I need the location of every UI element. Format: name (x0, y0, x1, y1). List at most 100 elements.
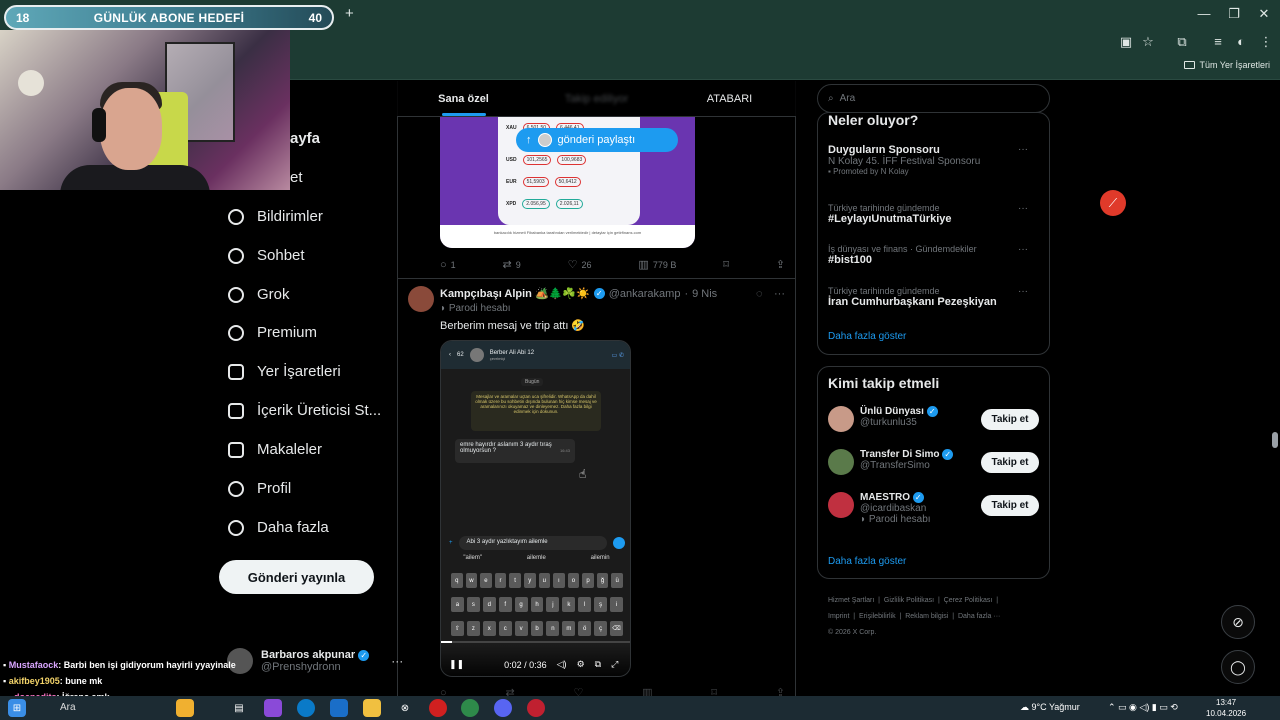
minimize-button[interactable]: — (1194, 6, 1214, 21)
edge-icon[interactable] (297, 699, 315, 717)
author-handle[interactable]: @ankarakamp (609, 288, 681, 300)
follow-button[interactable]: Takip et (981, 409, 1039, 430)
follow-button[interactable]: Takip et (981, 495, 1039, 516)
views-button[interactable]: ▥ 779 B (638, 258, 676, 271)
follow-suggestion[interactable]: MAESTRO ✓ @icardibaskan ◗ Parodi hesabı (828, 492, 931, 525)
nav-home[interactable]: ayfa (290, 130, 320, 147)
bookmark-star-icon[interactable]: ☆ (1140, 34, 1156, 50)
all-bookmarks[interactable]: Tüm Yer İşaretleri (1184, 60, 1270, 70)
tweet-time[interactable]: 9 Nis (692, 288, 717, 300)
footer-link[interactable]: Gizlilik Politikası (884, 597, 934, 604)
footer-link[interactable]: Imprint (828, 613, 849, 620)
new-tab-button[interactable]: + (345, 5, 354, 22)
keyboard-key: ö (578, 621, 592, 636)
mail-icon[interactable] (330, 699, 348, 717)
nav-profile[interactable]: Profil (228, 480, 291, 497)
account-switcher[interactable]: Barbaros akpunar ✓ @Prenshydronn ··· (227, 648, 403, 674)
close-window-button[interactable]: ✕ (1254, 6, 1274, 22)
new-posts-pill[interactable]: ↑ gönderi paylaştı (516, 128, 678, 152)
messages-fab[interactable]: ◯ (1221, 650, 1255, 684)
nav-more[interactable]: Daha fazla (228, 519, 329, 536)
tab-for-you[interactable]: Sana özel (397, 81, 530, 116)
pause-icon[interactable]: ❚❚ (449, 659, 464, 670)
scrollbar-thumb[interactable] (1272, 432, 1278, 448)
keyboard-key: ş (594, 597, 608, 612)
tab-following-label: Takip ediliyor (564, 92, 629, 105)
grok-fab[interactable]: ⊘ (1221, 605, 1255, 639)
nav-bookmarks[interactable]: Yer İşaretleri (228, 363, 341, 380)
footer-links: Hizmet Şartları | Gizlilik Politikası | … (828, 597, 1001, 636)
video-progress-bar[interactable] (441, 641, 630, 643)
video-player[interactable]: ‹ 62 Berber Ali Abi 12 çevrimiçi ▭ ✆ Bugün… (440, 340, 631, 677)
tray-icons[interactable]: ⌃ ▭ ◉ ◁) ▮ ▭ ⟲ (1108, 702, 1178, 713)
nav-grok[interactable]: Grok (228, 286, 290, 303)
more-icon[interactable]: ··· (774, 288, 785, 300)
footer-link[interactable]: Reklam bilgisi (905, 613, 948, 620)
fullscreen-icon[interactable]: ⤢ (611, 659, 618, 670)
menu-icon[interactable]: ⋮ (1258, 34, 1274, 50)
nav-explore[interactable]: et (290, 169, 303, 186)
show-more-link[interactable]: Daha fazla göster (828, 331, 906, 342)
taskbar-search[interactable]: Ara (60, 702, 76, 713)
discord-icon[interactable] (494, 699, 512, 717)
trend-item[interactable]: Duyguların Sponsoru N Kolay 45. İFF Fest… (828, 144, 1040, 176)
volume-icon[interactable]: ◁) (557, 659, 567, 670)
trend-item[interactable]: Türkiye tarihinde gündemde İran Cumhurbaş… (828, 286, 1040, 308)
taskbar-app-icon[interactable] (176, 699, 194, 717)
footer-link[interactable]: Çerez Politikası (944, 597, 993, 604)
account-more-icon[interactable]: ··· (391, 654, 403, 668)
footer-link[interactable]: Hizmet Şartları (828, 597, 874, 604)
keyboard-key: r (494, 573, 507, 588)
tab-atabari-label: ATABARI (706, 92, 753, 105)
nav-bookmarks-label: Yer İşaretleri (257, 363, 341, 380)
show-more-link[interactable]: Daha fazla göster (828, 556, 906, 567)
task-view-icon[interactable]: ▤ (230, 699, 248, 717)
copilot-icon[interactable] (264, 699, 282, 717)
reply-button[interactable]: ○ 1 (440, 258, 456, 271)
keyboard-key: ⇧ (451, 621, 464, 636)
avatar[interactable] (408, 286, 434, 312)
share-button[interactable]: ⇪ (776, 258, 785, 271)
chrome-icon[interactable] (461, 699, 479, 717)
author-name[interactable]: Kampçıbaşı Alpin 🏕️🌲☘️☀️ (440, 287, 590, 300)
obs-icon[interactable] (527, 699, 545, 717)
footer-link[interactable]: Daha fazla ··· (958, 613, 1000, 620)
extensions-icon[interactable]: ⧉ (1174, 34, 1190, 50)
trend-item[interactable]: Türkiye tarihinde gündemde #LeylayıUnutma… (828, 203, 1040, 225)
tab-atabari[interactable]: ATABARI (663, 81, 796, 116)
nav-articles[interactable]: Makaleler (228, 441, 322, 458)
keyboard-key: x (482, 621, 496, 636)
grok-icon[interactable]: ◌ (756, 288, 763, 300)
follow-suggestion[interactable]: Transfer Di Simo ✓ @TransferSimo (828, 449, 954, 475)
nav-notifications[interactable]: Bildirimler (228, 208, 323, 225)
like-button[interactable]: ♡ 26 (568, 258, 592, 271)
weather-icon: ☁ (1020, 702, 1032, 712)
nav-creator-studio[interactable]: İçerik Üreticisi St... (228, 402, 381, 419)
plus-icon: + (449, 540, 453, 546)
windows-start-icon[interactable]: ⊞ (8, 699, 26, 717)
xbox-icon[interactable]: ⊗ (396, 699, 414, 717)
settings-icon[interactable]: ⚙ (577, 659, 585, 670)
bookmark-button[interactable]: ⌑ (723, 258, 729, 271)
search-input[interactable]: ⌕ Ara (817, 84, 1050, 113)
cast-icon[interactable]: ▣ (1118, 34, 1134, 50)
opera-icon[interactable] (429, 699, 447, 717)
tab-following[interactable]: Takip ediliyor (530, 81, 663, 116)
trend-item[interactable]: İş dünyası ve finans · Gündemdekiler #bis… (828, 244, 1040, 266)
repost-button[interactable]: ⇄ 9 (503, 258, 521, 271)
post-button[interactable]: Gönderi yayınla (219, 560, 374, 594)
reading-list-icon[interactable]: ≡ (1210, 34, 1226, 49)
profile-icon[interactable]: ◐ (1233, 34, 1249, 49)
follow-button[interactable]: Takip et (981, 452, 1039, 473)
nav-premium[interactable]: Premium (228, 324, 317, 341)
keyboard-key: k (562, 597, 576, 612)
follow-suggestion[interactable]: Ünlü Dünyası ✓ @turkunlu35 (828, 406, 938, 432)
weather-widget[interactable]: ☁ 9°C Yağmur (1020, 702, 1080, 713)
file-explorer-icon[interactable] (363, 699, 381, 717)
pip-icon[interactable]: ⧉ (595, 659, 601, 670)
maximize-button[interactable]: ❐ (1224, 6, 1244, 22)
footer-link[interactable]: Erişilebilirlik (859, 613, 896, 620)
keyboard-key: t (509, 573, 521, 588)
clock[interactable]: 13:47 10.04.2026 (1206, 697, 1246, 719)
nav-chat[interactable]: Sohbet (228, 247, 305, 264)
